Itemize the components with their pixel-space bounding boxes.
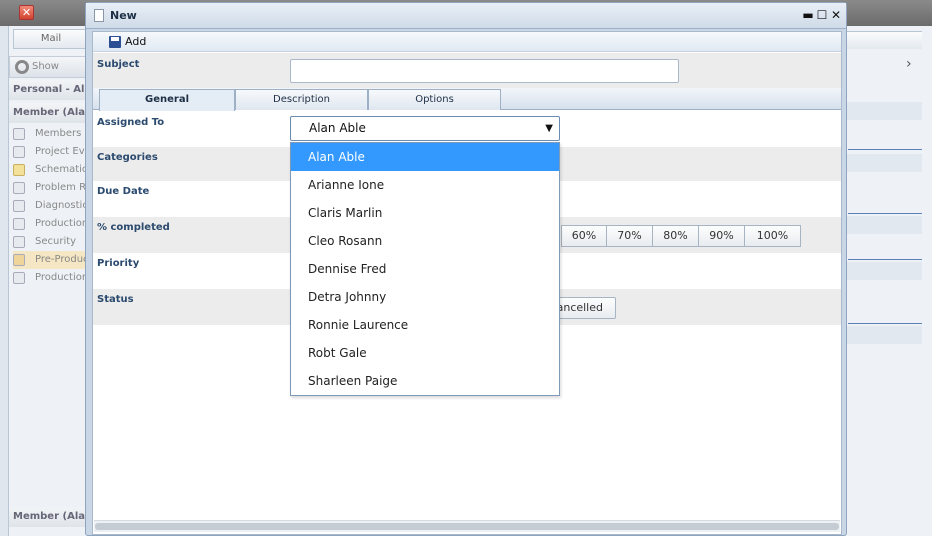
assigned-to-label: Assigned To bbox=[97, 117, 165, 128]
background-row-line bbox=[848, 259, 922, 260]
sidebar-item-label: Schematics bbox=[35, 164, 89, 175]
document-icon bbox=[94, 9, 104, 22]
background-row-line bbox=[848, 323, 922, 324]
calendar-icon bbox=[13, 146, 25, 158]
mail-tab[interactable]: Mail bbox=[13, 29, 89, 49]
eye-icon bbox=[15, 60, 29, 74]
task-icon bbox=[13, 254, 25, 266]
sidebar-item-label: Production bbox=[35, 218, 89, 229]
dialog-body: Add Subject General Description Options … bbox=[92, 31, 842, 535]
tab-strip: General Description Options bbox=[93, 88, 841, 111]
clip-icon bbox=[13, 200, 25, 212]
categories-label: Categories bbox=[97, 152, 158, 163]
assigned-to-select[interactable]: Alan Able ▼ bbox=[290, 116, 560, 141]
sidebar-item-problem-reports[interactable]: Problem Re bbox=[13, 179, 89, 197]
folder-icon bbox=[13, 164, 25, 176]
sidebar-item-schematics[interactable]: Schematics bbox=[13, 161, 89, 179]
dropdown-option[interactable]: Claris Marlin bbox=[291, 199, 559, 227]
clip-icon bbox=[13, 236, 25, 248]
sidebar-item-pre-production[interactable]: Pre-Produc bbox=[13, 251, 89, 269]
horizontal-scrollbar[interactable] bbox=[94, 520, 840, 532]
sidebar-item-label: Pre-Produc bbox=[35, 254, 89, 265]
tab-general[interactable]: General bbox=[99, 89, 235, 111]
chevron-right-icon[interactable]: › bbox=[906, 56, 922, 76]
scrollbar-thumb[interactable] bbox=[95, 523, 839, 530]
tab-description[interactable]: Description bbox=[235, 89, 368, 110]
section-personal[interactable]: Personal - Alan bbox=[9, 80, 89, 100]
sidebar-item-label: Security bbox=[35, 236, 77, 247]
sidebar-item-project-events[interactable]: Project Eve bbox=[13, 143, 89, 161]
dialog-toolbar: Add bbox=[93, 32, 841, 52]
percent-completed-options: 60% 70% 80% 90% 100% bbox=[561, 225, 801, 247]
show-label: Show bbox=[32, 61, 59, 72]
sidebar-item-label: Problem Re bbox=[35, 182, 89, 193]
sidebar-item-production[interactable]: Production bbox=[13, 215, 89, 233]
percent-80-button[interactable]: 80% bbox=[653, 225, 699, 247]
sidebar-item-label: Project Eve bbox=[35, 146, 89, 157]
assigned-to-dropdown: Alan Able Arianne Ione Claris Marlin Cle… bbox=[290, 142, 560, 396]
percent-60-button[interactable]: 60% bbox=[561, 225, 607, 247]
sidebar-item-label: Members bbox=[35, 128, 82, 139]
sidebar-item-label: Diagnostics bbox=[35, 200, 89, 211]
background-row-line bbox=[848, 213, 922, 214]
maximize-icon[interactable]: ☐ bbox=[816, 7, 828, 23]
background-row bbox=[846, 326, 922, 344]
dropdown-option[interactable]: Ronnie Laurence bbox=[291, 311, 559, 339]
show-button[interactable]: Show bbox=[9, 56, 89, 78]
percent-completed-label: % completed bbox=[97, 222, 170, 233]
sidebar-item-diagnostics[interactable]: Diagnostics bbox=[13, 197, 89, 215]
close-icon[interactable]: ✕ bbox=[830, 7, 842, 23]
minimize-icon[interactable]: ▬ bbox=[802, 7, 814, 23]
lightning-icon bbox=[13, 182, 25, 194]
dropdown-option[interactable]: Arianne Ione bbox=[291, 171, 559, 199]
dropdown-option[interactable]: Sharleen Paige bbox=[291, 367, 559, 395]
save-icon bbox=[109, 36, 121, 48]
background-row bbox=[846, 216, 922, 234]
members-icon bbox=[13, 128, 25, 140]
sidebar-item-members[interactable]: Members bbox=[13, 125, 89, 143]
clip-icon bbox=[13, 218, 25, 230]
app-close-icon[interactable]: ✕ bbox=[19, 5, 34, 20]
subject-input[interactable] bbox=[290, 59, 679, 83]
dropdown-arrow-icon: ▼ bbox=[545, 123, 553, 134]
percent-100-button[interactable]: 100% bbox=[745, 225, 801, 247]
dialog-titlebar[interactable]: New ▬ ☐ ✕ bbox=[86, 3, 846, 29]
new-item-dialog: New ▬ ☐ ✕ Add Subject General Descriptio… bbox=[85, 2, 847, 536]
background-sidebar: Mail Show Personal - Alan Member (Alan M… bbox=[8, 26, 89, 536]
tab-options[interactable]: Options bbox=[368, 89, 501, 110]
due-date-label: Due Date bbox=[97, 186, 150, 197]
background-content: › bbox=[846, 26, 932, 536]
dropdown-option[interactable]: Dennise Fred bbox=[291, 255, 559, 283]
section-member-bottom[interactable]: Member (Alan bbox=[9, 507, 89, 527]
dropdown-option[interactable]: Detra Johnny bbox=[291, 283, 559, 311]
status-label: Status bbox=[97, 294, 134, 305]
assigned-to-value: Alan Able bbox=[309, 121, 366, 135]
priority-label: Priority bbox=[97, 258, 140, 269]
task-icon bbox=[13, 272, 25, 284]
section-member[interactable]: Member (Alan bbox=[9, 103, 89, 123]
dropdown-option[interactable]: Cleo Rosann bbox=[291, 227, 559, 255]
background-row bbox=[846, 102, 922, 120]
percent-70-button[interactable]: 70% bbox=[607, 225, 653, 247]
dropdown-option[interactable]: Robt Gale bbox=[291, 339, 559, 367]
dialog-title: New bbox=[110, 9, 137, 22]
subject-row: Subject bbox=[93, 53, 841, 91]
add-button-label: Add bbox=[125, 35, 147, 48]
sidebar-item-label: Production bbox=[35, 272, 89, 283]
sidebar-item-production-tasks[interactable]: Production bbox=[13, 269, 89, 287]
background-row bbox=[846, 154, 922, 172]
background-row-line bbox=[848, 149, 922, 150]
background-toolbar bbox=[846, 31, 922, 49]
sidebar-item-security[interactable]: Security bbox=[13, 233, 89, 251]
percent-90-button[interactable]: 90% bbox=[699, 225, 745, 247]
background-row bbox=[846, 262, 922, 280]
dropdown-option[interactable]: Alan Able bbox=[291, 143, 559, 171]
add-button[interactable]: Add bbox=[107, 34, 146, 50]
subject-label: Subject bbox=[97, 59, 140, 70]
